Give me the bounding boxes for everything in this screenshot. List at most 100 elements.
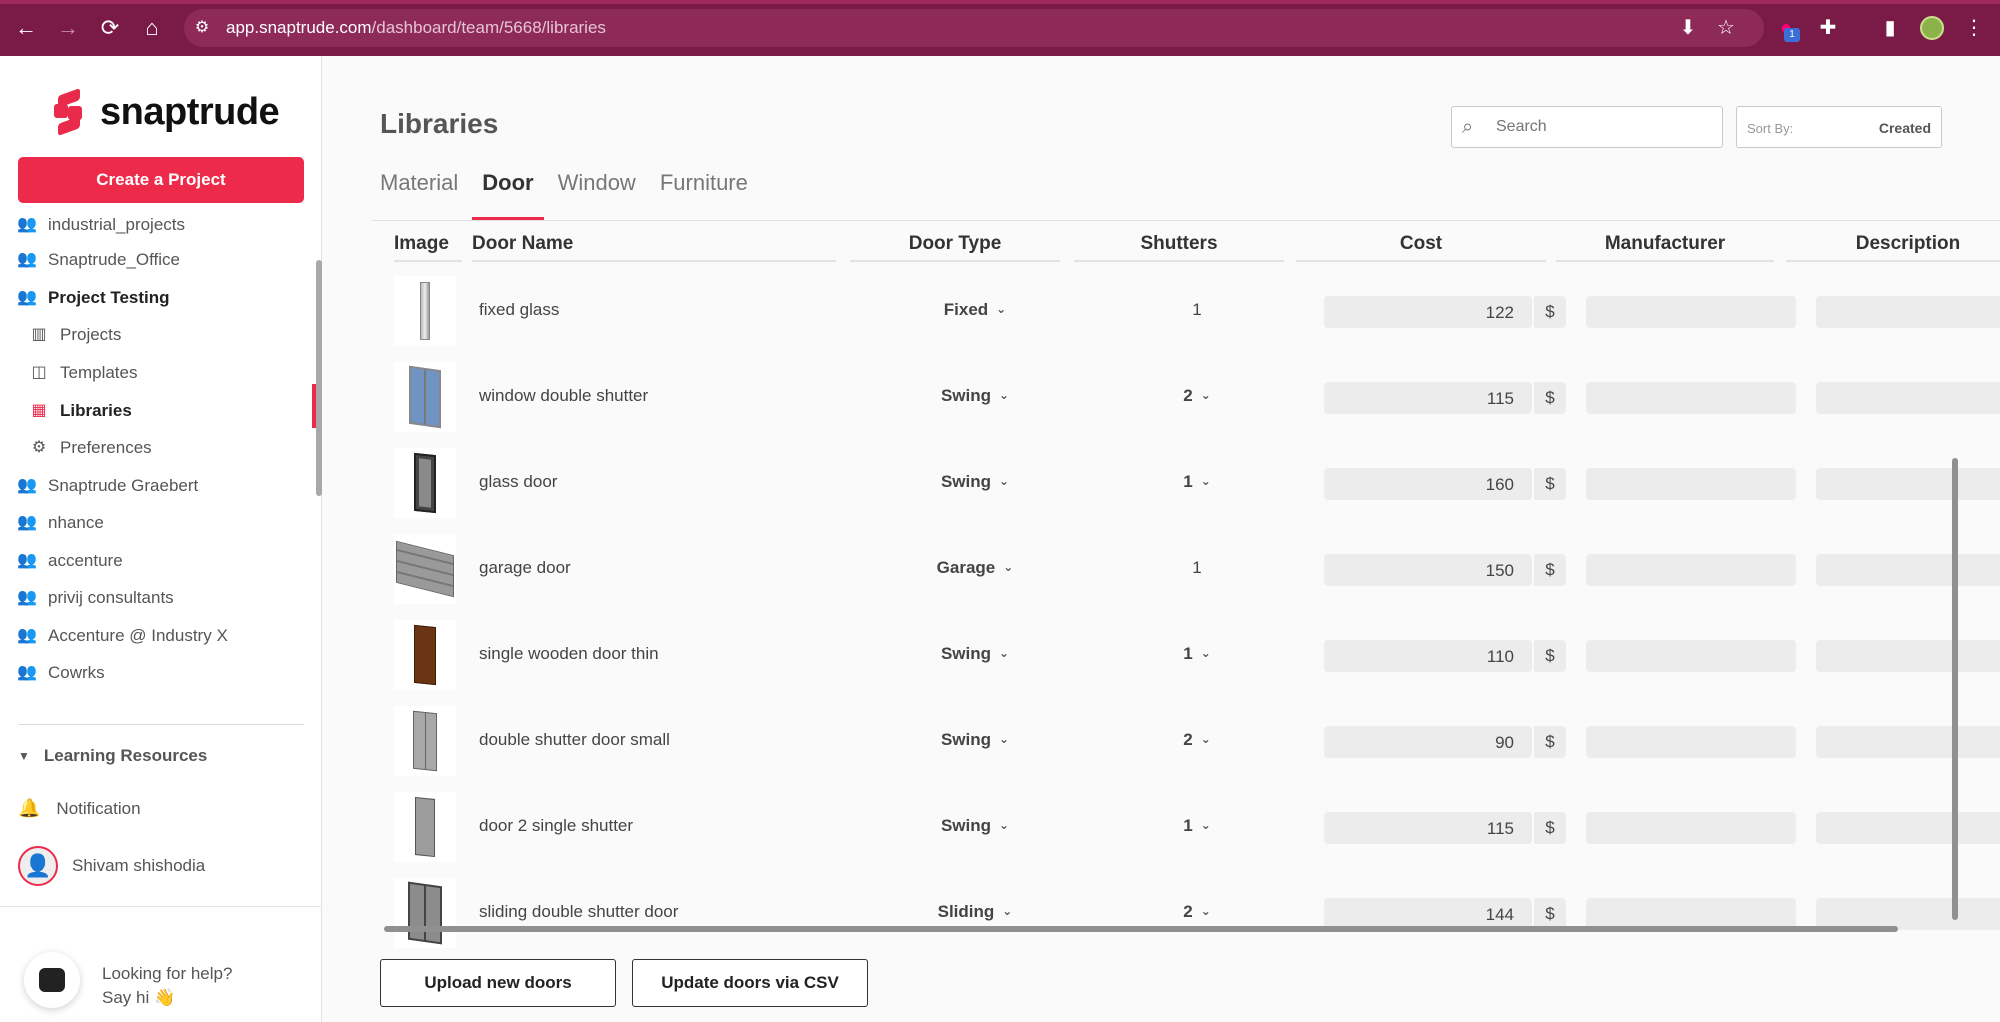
team-item-accenture[interactable]: 👥 accenture: [16, 546, 123, 576]
back-icon[interactable]: ←: [12, 14, 40, 42]
reload-icon[interactable]: ⟳: [96, 14, 124, 42]
search-input[interactable]: [1496, 118, 1696, 136]
team-item-cowrks[interactable]: 👥 Cowrks: [16, 658, 105, 688]
upload-new-doors-button[interactable]: Upload new doors: [380, 959, 616, 1007]
tab-door[interactable]: Door: [472, 170, 544, 220]
browser-menu-icon[interactable]: ⋮: [1960, 14, 1988, 42]
team-item-industrial-projects[interactable]: 👥 industrial_projects: [16, 210, 185, 240]
door-thumbnail[interactable]: [394, 878, 456, 948]
cost-input[interactable]: 115: [1324, 812, 1532, 844]
table-row[interactable]: double shutter door small Swing ⌄ 2 ⌄ 90 $: [390, 700, 2000, 782]
manufacturer-input[interactable]: [1586, 382, 1796, 414]
sidebar-item-projects[interactable]: ▥ Projects: [28, 320, 121, 350]
cost-input[interactable]: 90: [1324, 726, 1532, 758]
door-type-select[interactable]: Garage ⌄: [860, 558, 1090, 578]
shutters-select[interactable]: 2 ⌄: [1082, 730, 1312, 750]
sort-dropdown[interactable]: Sort By: Created: [1736, 106, 1942, 148]
shutters-select[interactable]: 2 ⌄: [1082, 902, 1312, 922]
door-name[interactable]: garage door: [479, 558, 571, 578]
team-item-project-testing[interactable]: 👥 Project Testing: [16, 283, 170, 313]
tab-furniture[interactable]: Furniture: [660, 170, 748, 214]
sidebar-item-templates[interactable]: ◫ Templates: [28, 358, 137, 388]
update-doors-csv-button[interactable]: Update doors via CSV: [632, 959, 868, 1007]
create-project-button[interactable]: Create a Project: [18, 157, 304, 203]
door-type-select[interactable]: Sliding ⌄: [860, 902, 1090, 922]
manufacturer-input[interactable]: [1586, 640, 1796, 672]
site-settings-icon[interactable]: ⚙: [188, 14, 216, 42]
team-item-nhance[interactable]: 👥 nhance: [16, 508, 104, 538]
shutters-select[interactable]: 1 ⌄: [1082, 472, 1312, 492]
tab-window[interactable]: Window: [558, 170, 636, 214]
door-type-select[interactable]: Swing ⌄: [860, 644, 1090, 664]
url-text[interactable]: app.snaptrude.com/dashboard/team/5668/li…: [226, 18, 606, 38]
description-input[interactable]: [1816, 554, 2000, 586]
manufacturer-input[interactable]: [1586, 812, 1796, 844]
team-item-snaptrude-office[interactable]: 👥 Snaptrude_Office: [16, 245, 180, 275]
door-name[interactable]: single wooden door thin: [479, 644, 659, 664]
manufacturer-input[interactable]: [1586, 726, 1796, 758]
snaptrude-logo[interactable]: snaptrude: [52, 87, 280, 137]
door-thumbnail[interactable]: [394, 792, 456, 862]
description-input[interactable]: [1816, 296, 2000, 328]
door-type-select[interactable]: Fixed ⌄: [860, 300, 1090, 320]
table-row[interactable]: single wooden door thin Swing ⌄ 1 ⌄ 110 $: [390, 614, 2000, 696]
door-type-select[interactable]: Swing ⌄: [860, 816, 1090, 836]
description-input[interactable]: [1816, 812, 2000, 844]
door-type-select[interactable]: Swing ⌄: [860, 472, 1090, 492]
side-panel-icon[interactable]: ▮: [1876, 14, 1904, 42]
table-row[interactable]: sliding double shutter door Sliding ⌄ 2 ⌄ 144…: [390, 872, 2000, 954]
description-input[interactable]: [1816, 468, 2000, 500]
team-list[interactable]: 👥 industrial_projects 👥 Snaptrude_Office 👥…: [0, 208, 322, 702]
cost-input[interactable]: 110: [1324, 640, 1532, 672]
shutters-select[interactable]: 1 ⌄: [1082, 816, 1312, 836]
cost-input[interactable]: 160: [1324, 468, 1532, 500]
team-item-accenture-industry-x[interactable]: 👥 Accenture @ Industry X: [16, 621, 228, 651]
manufacturer-input[interactable]: [1586, 296, 1796, 328]
extensions-puzzle-icon[interactable]: ✚: [1814, 14, 1842, 42]
description-input[interactable]: [1816, 640, 2000, 672]
table-row[interactable]: door 2 single shutter Swing ⌄ 1 ⌄ 115 $: [390, 786, 2000, 868]
bookmark-star-icon[interactable]: ☆: [1712, 14, 1740, 42]
door-name[interactable]: fixed glass: [479, 300, 559, 320]
forward-icon[interactable]: →: [54, 14, 82, 42]
table-horizontal-scrollbar[interactable]: [384, 926, 1898, 932]
table-row[interactable]: glass door Swing ⌄ 1 ⌄ 160 $: [390, 442, 2000, 524]
browser-profile-avatar[interactable]: [1920, 16, 1944, 40]
team-item-privij-consultants[interactable]: 👥 privij consultants: [16, 583, 174, 613]
door-thumbnail[interactable]: [394, 620, 456, 690]
search-box[interactable]: ⌕: [1451, 106, 1723, 148]
door-thumbnail[interactable]: [394, 706, 456, 776]
user-profile[interactable]: 👤 Shivam shishodia: [18, 846, 205, 886]
manufacturer-input[interactable]: [1586, 554, 1796, 586]
door-name[interactable]: door 2 single shutter: [479, 816, 633, 836]
table-row[interactable]: fixed glass Fixed ⌄ 1 122 $: [390, 270, 2000, 352]
door-name[interactable]: double shutter door small: [479, 730, 670, 750]
description-input[interactable]: [1816, 726, 2000, 758]
home-icon[interactable]: ⌂: [138, 14, 166, 42]
shutters-select[interactable]: 1 ⌄: [1082, 644, 1312, 664]
learning-resources-toggle[interactable]: ▼ Learning Resources: [18, 746, 207, 766]
chat-help-button[interactable]: [24, 952, 80, 1008]
door-thumbnail[interactable]: [394, 362, 456, 432]
door-name[interactable]: glass door: [479, 472, 557, 492]
description-input[interactable]: [1816, 382, 2000, 414]
notification-link[interactable]: 🔔 Notification: [18, 798, 141, 819]
sidebar-item-libraries[interactable]: ▦ Libraries: [28, 396, 131, 426]
team-item-snaptrude-graebert[interactable]: 👥 Snaptrude Graebert: [16, 471, 198, 501]
tab-material[interactable]: Material: [380, 170, 458, 214]
table-row[interactable]: garage door Garage ⌄ 1 150 $: [390, 528, 2000, 610]
cost-input[interactable]: 150: [1324, 554, 1532, 586]
door-type-select[interactable]: Swing ⌄: [860, 386, 1090, 406]
door-type-select[interactable]: Swing ⌄: [860, 730, 1090, 750]
table-vertical-scrollbar[interactable]: [1952, 458, 1958, 920]
door-thumbnail[interactable]: [394, 448, 456, 518]
cost-input[interactable]: 122: [1324, 296, 1532, 328]
sidebar-item-preferences[interactable]: ⚙ Preferences: [28, 433, 152, 463]
table-row[interactable]: window double shutter Swing ⌄ 2 ⌄ 115 $: [390, 356, 2000, 438]
manufacturer-input[interactable]: [1586, 468, 1796, 500]
cost-input[interactable]: 115: [1324, 382, 1532, 414]
door-thumbnail[interactable]: [394, 276, 456, 346]
shutters-select[interactable]: 2 ⌄: [1082, 386, 1312, 406]
door-name[interactable]: window double shutter: [479, 386, 648, 406]
install-app-icon[interactable]: ⬇: [1674, 14, 1702, 42]
